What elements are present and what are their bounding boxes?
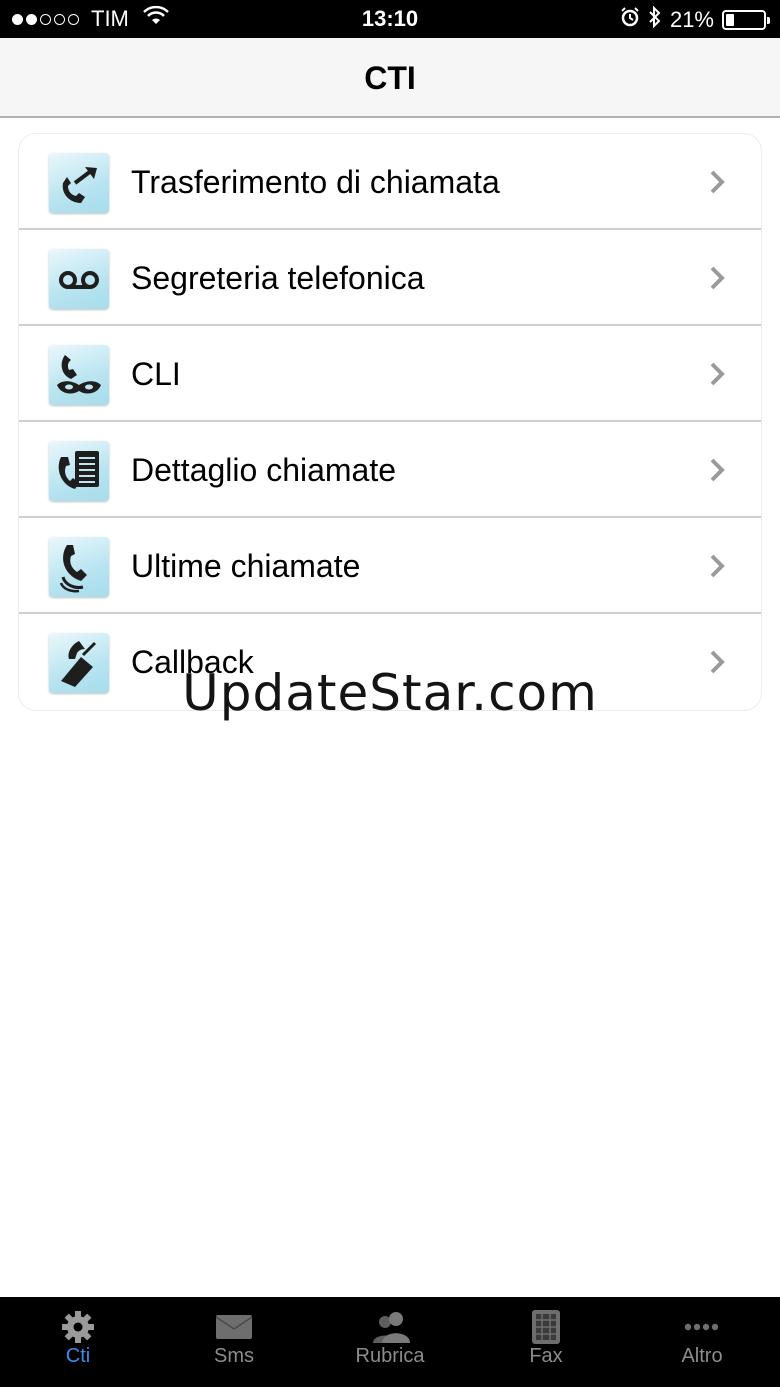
status-right: 21%	[620, 5, 770, 34]
tab-label: Fax	[529, 1345, 563, 1367]
chevron-right-icon	[710, 458, 725, 482]
menu-item-label: Segreteria telefonica	[131, 260, 425, 296]
wifi-icon	[143, 5, 169, 32]
tab-sms[interactable]: Sms	[156, 1297, 312, 1387]
status-left: TIM	[12, 5, 169, 32]
menu-item-cli[interactable]: CLI	[19, 326, 761, 422]
chevron-right-icon	[710, 362, 725, 386]
battery-percent: 21%	[669, 7, 714, 32]
menu-item-label: Trasferimento di chiamata	[131, 164, 500, 200]
chevron-right-icon	[710, 554, 725, 578]
tab-fax[interactable]: Fax	[468, 1297, 624, 1387]
page-title: CTI	[364, 60, 416, 96]
tab-rubrica[interactable]: Rubrica	[312, 1297, 468, 1387]
chevron-right-icon	[710, 170, 725, 194]
battery-icon	[722, 10, 770, 30]
bluetooth-icon	[648, 5, 662, 34]
alarm-icon	[620, 7, 640, 33]
menu-item-call-transfer[interactable]: Trasferimento di chiamata	[19, 134, 761, 230]
menu-item-label: Ultime chiamate	[131, 548, 361, 584]
cti-menu-list: Trasferimento di chiamata Segreteria tel…	[18, 133, 762, 711]
fax-icon	[526, 1309, 566, 1345]
tab-label: Sms	[214, 1345, 254, 1367]
watermark: UpdateStar.com	[182, 664, 598, 722]
tab-label: Cti	[65, 1345, 91, 1367]
contacts-icon	[370, 1309, 410, 1345]
status-bar: TIM 13:10 21%	[0, 0, 780, 38]
menu-item-label: Dettaglio chiamate	[131, 452, 397, 488]
call-transfer-icon	[49, 153, 109, 213]
tab-bar: Cti Sms Rubrica Fax Altro	[0, 1297, 780, 1387]
menu-item-label: CLI	[131, 356, 181, 392]
more-icon	[682, 1309, 722, 1345]
menu-item-call-detail[interactable]: Dettaglio chiamate	[19, 422, 761, 518]
tab-cti[interactable]: Cti	[0, 1297, 156, 1387]
carrier-name: TIM	[91, 6, 129, 31]
envelope-icon	[214, 1309, 254, 1345]
tab-label: Altro	[681, 1345, 723, 1367]
masked-caller-icon	[49, 345, 109, 405]
voicemail-icon	[49, 249, 109, 309]
cellular-signal-icon	[12, 13, 79, 25]
call-detail-icon	[49, 441, 109, 501]
tab-altro[interactable]: Altro	[624, 1297, 780, 1387]
tab-label: Rubrica	[355, 1345, 425, 1367]
navigation-bar: CTI	[0, 38, 780, 118]
recent-calls-icon	[49, 537, 109, 597]
menu-item-voicemail[interactable]: Segreteria telefonica	[19, 230, 761, 326]
menu-item-recent-calls[interactable]: Ultime chiamate	[19, 518, 761, 614]
chevron-right-icon	[710, 266, 725, 290]
gear-icon	[58, 1309, 98, 1345]
